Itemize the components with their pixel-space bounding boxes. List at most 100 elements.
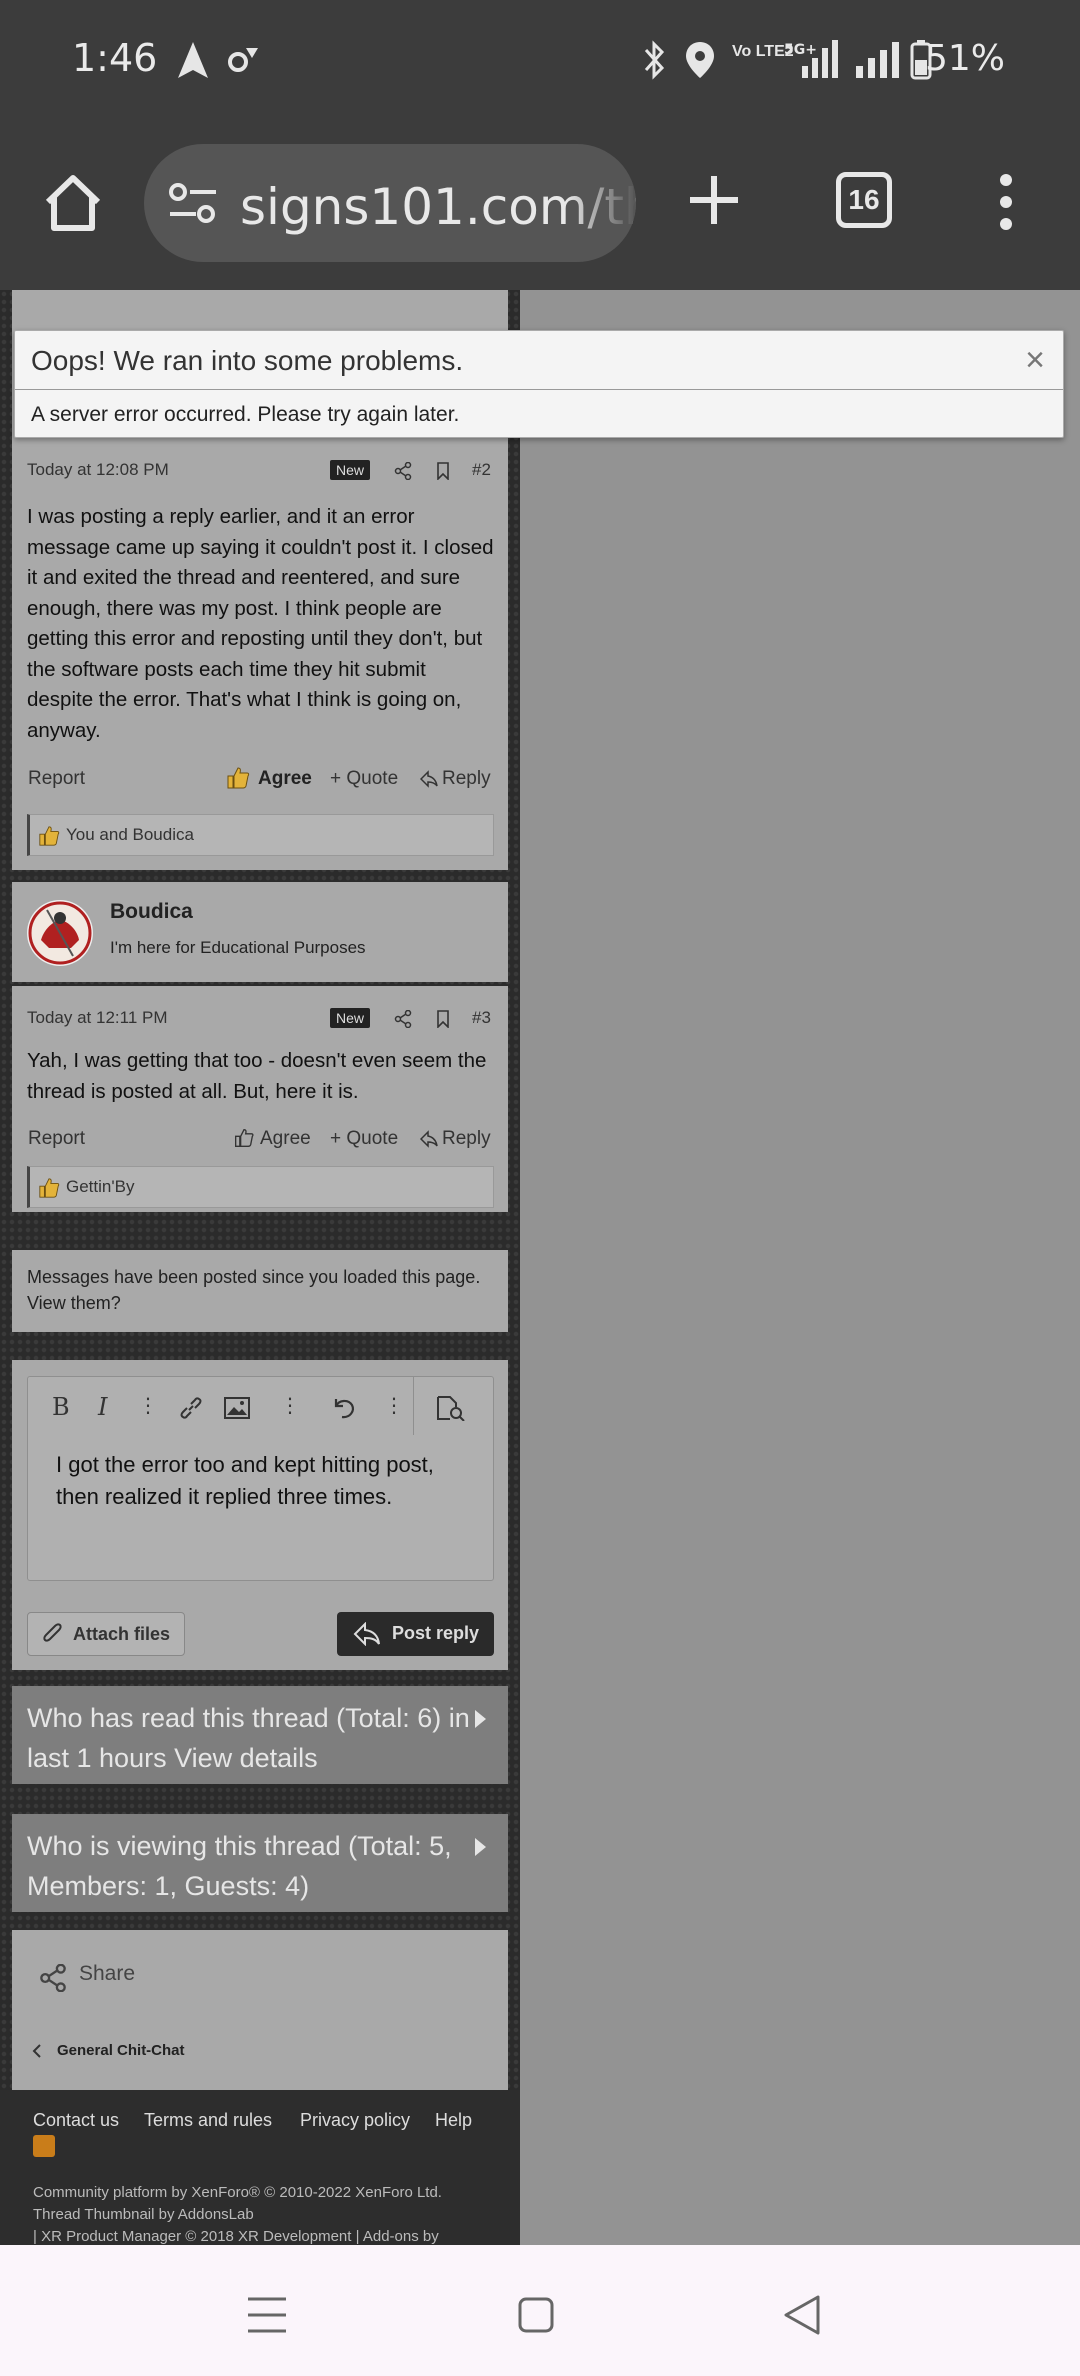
back-icon[interactable] [784, 2295, 820, 2335]
signal-icon [856, 42, 899, 78]
share-icon[interactable] [394, 1010, 412, 1028]
agree-button[interactable]: Agree [260, 1128, 311, 1150]
new-badge: New [330, 1008, 371, 1028]
quote-button[interactable]: + Quote [330, 1128, 398, 1150]
bookmark-icon[interactable] [434, 1010, 452, 1028]
notice-text[interactable]: Messages have been posted since you load… [27, 1267, 480, 1313]
toolbar-divider [413, 1377, 414, 1435]
post-timestamp[interactable]: Today at 12:11 PM [27, 1008, 168, 1028]
who-viewing-block[interactable]: Who is viewing this thread (Total: 5, Me… [12, 1814, 508, 1912]
report-link[interactable]: Report [28, 768, 85, 790]
share-section: Share General Chit-Chat [12, 1930, 508, 2090]
tab-switcher-button[interactable]: 16 [836, 172, 892, 228]
report-link[interactable]: Report [28, 1128, 85, 1150]
preview-icon[interactable] [436, 1395, 466, 1421]
expand-arrow-icon[interactable] [475, 1710, 486, 1728]
reply-editor[interactable]: B I ⋮ ⋮ ⋮ I got the error too and kept h… [27, 1376, 494, 1581]
footer-thumbnail-credit: Thread Thumbnail by AddonsLab [33, 2206, 254, 2223]
page-overlay [520, 290, 1080, 2245]
error-dialog: Oops! We ran into some problems. × A ser… [14, 330, 1064, 438]
post-body: Yah, I was getting that too - doesn't ev… [27, 1049, 487, 1103]
reactions-text: Gettin'By [66, 1177, 135, 1196]
who-read-block[interactable]: Who has read this thread (Total: 6) in l… [12, 1686, 508, 1784]
site-settings-icon[interactable] [168, 182, 218, 224]
signal-5g-icon: 5G+ [784, 40, 838, 78]
share-label[interactable]: Share [79, 1962, 135, 1986]
footer-link-terms[interactable]: Terms and rules [144, 2110, 272, 2131]
rss-icon[interactable] [33, 2135, 55, 2157]
footer: Contact us Terms and rules Privacy polic… [0, 2090, 520, 2245]
quote-button[interactable]: + Quote [330, 768, 398, 790]
bold-button[interactable]: B [52, 1393, 70, 1421]
thumbs-up-icon[interactable] [226, 766, 250, 790]
error-divider [15, 389, 1063, 390]
undo-icon[interactable] [330, 1395, 356, 1421]
chevron-left-icon [32, 2044, 41, 2058]
more-insert-options[interactable]: ⋮ [280, 1393, 300, 1418]
new-tab-icon[interactable] [686, 172, 742, 228]
url-fade [566, 144, 636, 262]
footer-link-help[interactable]: Help [435, 2110, 472, 2131]
bluetooth-icon [644, 40, 665, 80]
user-block-boudica: Boudica I'm here for Educational Purpose… [12, 882, 508, 982]
expand-arrow-icon[interactable] [475, 1838, 486, 1856]
location-icon [686, 42, 714, 78]
paperclip-icon [43, 1623, 62, 1642]
thumbs-up-outline-icon[interactable] [234, 1128, 254, 1148]
error-message: A server error occurred. Please try agai… [31, 403, 460, 426]
share-icon[interactable] [39, 1964, 67, 1992]
more-text-options[interactable]: ⋮ [138, 1393, 158, 1418]
reply-editor-section: B I ⋮ ⋮ ⋮ I got the error too and kept h… [12, 1360, 508, 1670]
username[interactable]: Boudica [110, 900, 193, 924]
new-messages-notice[interactable]: Messages have been posted since you load… [12, 1250, 508, 1332]
avatar-image [28, 901, 92, 965]
agree-button[interactable]: Agree [258, 768, 312, 790]
post-timestamp[interactable]: Today at 12:08 PM [27, 460, 169, 480]
post-reply-button[interactable]: Post reply [337, 1612, 494, 1656]
close-icon[interactable]: × [1025, 341, 1045, 380]
thumbs-up-icon [39, 1178, 60, 1198]
browser-toolbar: signs101.com/thr 16 [0, 120, 1080, 290]
reactions-bar[interactable]: You and Boudica [27, 814, 494, 856]
image-icon[interactable] [224, 1397, 250, 1419]
link-icon[interactable] [178, 1395, 204, 1421]
italic-button[interactable]: I [98, 1393, 107, 1421]
reply-icon [353, 1622, 380, 1646]
editor-text[interactable]: I got the error too and kept hitting pos… [56, 1449, 476, 1513]
editor-toolbar: B I ⋮ ⋮ ⋮ [28, 1377, 493, 1437]
reactions-bar[interactable]: Gettin'By [27, 1166, 494, 1208]
who-read-text[interactable]: Who has read this thread (Total: 6) in l… [27, 1703, 470, 1773]
url-bar[interactable]: signs101.com/thr [144, 144, 636, 262]
battery-percent: 51% [924, 38, 1005, 79]
who-viewing-text[interactable]: Who is viewing this thread (Total: 5, Me… [27, 1831, 452, 1901]
user-title: I'm here for Educational Purposes [110, 938, 366, 957]
post-number[interactable]: #3 [472, 1008, 491, 1028]
home-nav-icon[interactable] [518, 2297, 554, 2333]
footer-link-privacy[interactable]: Privacy policy [300, 2110, 410, 2131]
recents-icon[interactable] [248, 2297, 286, 2333]
attach-files-button[interactable]: Attach files [27, 1612, 185, 1656]
avatar[interactable] [27, 900, 93, 966]
footer-link-contact[interactable]: Contact us [33, 2110, 119, 2131]
attach-files-label: Attach files [73, 1624, 171, 1644]
svg-text:5G+: 5G+ [784, 42, 817, 58]
home-icon[interactable] [42, 172, 104, 234]
status-time: 1:46 [72, 36, 158, 80]
new-badge: New [330, 460, 371, 480]
breadcrumb[interactable]: General Chit-Chat [57, 2042, 185, 2059]
status-bar: 1:46 Vo LTE2 5G+ 51% [0, 0, 1080, 120]
post-3: Today at 12:11 PM New #3 Yah, I was gett… [12, 986, 508, 1212]
reactions-text: You and Boudica [66, 825, 194, 844]
bookmark-icon[interactable] [434, 462, 452, 480]
error-title: Oops! We ran into some problems. [31, 345, 464, 376]
reply-button[interactable]: Reply [442, 768, 491, 790]
reply-button[interactable]: Reply [442, 1128, 491, 1150]
system-nav-bar [0, 2245, 1080, 2376]
overflow-menu-icon[interactable] [996, 172, 1016, 232]
reply-icon[interactable] [420, 770, 438, 788]
more-edit-options[interactable]: ⋮ [384, 1393, 404, 1418]
post-number[interactable]: #2 [472, 460, 491, 480]
thumbs-up-icon [39, 826, 60, 846]
share-icon[interactable] [394, 462, 412, 480]
reply-icon[interactable] [420, 1130, 438, 1148]
